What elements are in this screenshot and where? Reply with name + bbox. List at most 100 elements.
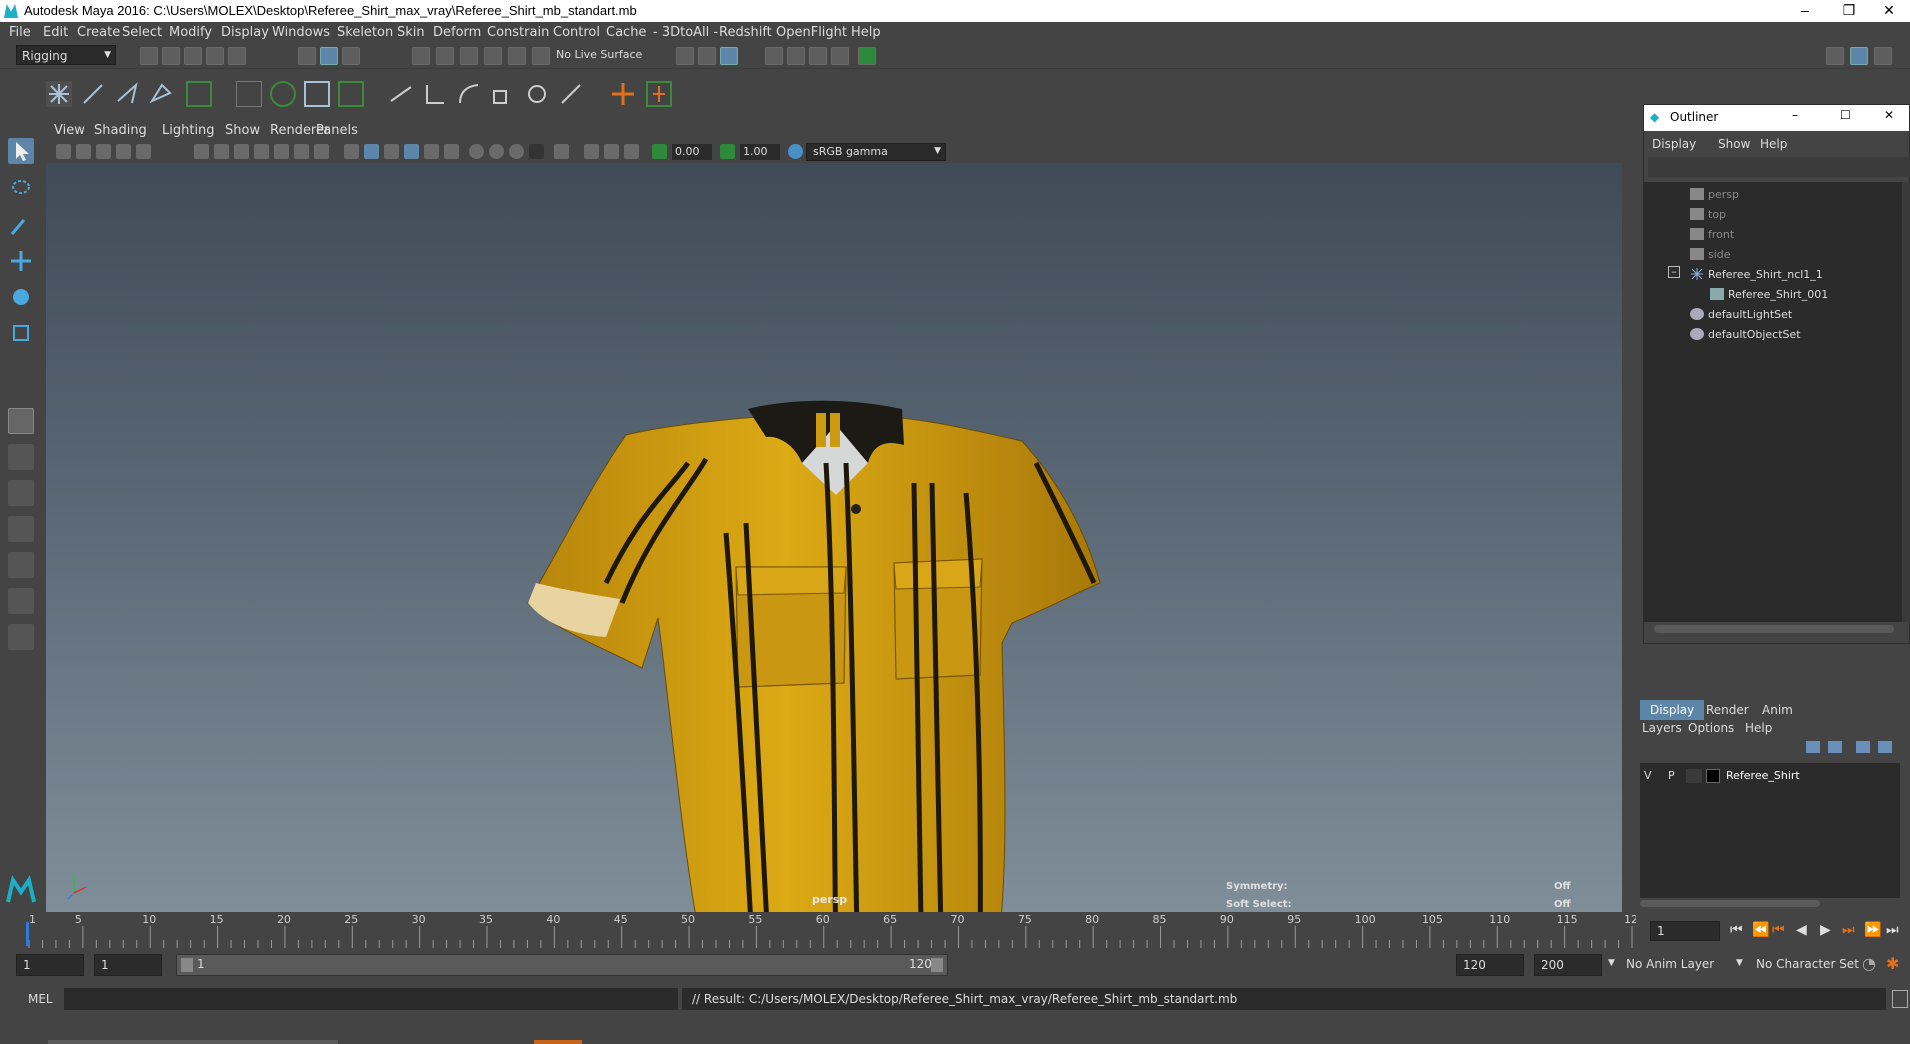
outliner-vertical-scrollbar[interactable] [1902, 182, 1910, 622]
xray-components-icon[interactable] [624, 144, 639, 159]
persp-graph-layout-icon[interactable] [8, 516, 34, 542]
snap-surface-icon[interactable] [508, 47, 526, 65]
film-gate-icon[interactable] [214, 144, 229, 159]
redo-icon[interactable] [228, 47, 246, 65]
color-management-icon[interactable] [788, 144, 803, 159]
xray-icon[interactable] [584, 144, 599, 159]
outliner-item-referee-shirt-001[interactable]: Referee_Shirt_001 [1728, 288, 1828, 301]
rivet-icon[interactable] [646, 81, 672, 107]
paint-select-icon[interactable] [8, 212, 34, 238]
menu-constrain[interactable]: Constrain [487, 25, 549, 40]
screen-space-ao-icon[interactable] [469, 144, 484, 159]
outliner-menu-show[interactable]: Show [1718, 137, 1750, 151]
scale-tool-icon[interactable] [8, 320, 34, 346]
outliner-horizontal-scrollbar[interactable] [1654, 625, 1894, 633]
panel-menu-view[interactable]: View [54, 123, 85, 138]
soft-mod-icon[interactable] [338, 81, 364, 107]
menu-skeleton[interactable]: Skeleton [337, 25, 393, 40]
joint-tool-icon[interactable] [46, 81, 72, 107]
current-time-marker[interactable] [26, 922, 29, 946]
layer-type-toggle[interactable] [1686, 769, 1702, 783]
outliner-item-referee-shirt-ncl[interactable]: Referee_Shirt_ncl1_1 [1708, 268, 1823, 281]
multisample-aa-icon[interactable] [509, 144, 524, 159]
layer-color-swatch[interactable] [1706, 769, 1720, 783]
script-language-label[interactable]: MEL [28, 992, 53, 1006]
create-empty-layer-icon[interactable] [1856, 741, 1870, 753]
menu-help[interactable]: Help [851, 25, 881, 40]
layer-horizontal-scrollbar[interactable] [1640, 900, 1820, 907]
wireframe-icon[interactable] [344, 144, 359, 159]
panel-menu-shading[interactable]: Shading [94, 123, 147, 138]
open-scene-icon[interactable] [162, 47, 180, 65]
outliner-menu-display[interactable]: Display [1652, 137, 1696, 151]
menu-deform[interactable]: Deform [433, 25, 481, 40]
safe-action-icon[interactable] [294, 144, 309, 159]
gate-mask-icon[interactable] [254, 144, 269, 159]
motion-blur-icon[interactable] [489, 144, 504, 159]
input-ops-icon[interactable] [676, 47, 694, 65]
wrap-deformer-icon[interactable] [270, 81, 296, 107]
persp-outliner-layout-icon[interactable] [8, 480, 34, 506]
play-forward-icon[interactable]: ▶ [1820, 922, 1831, 938]
panel-menu-lighting[interactable]: Lighting [162, 123, 215, 138]
depth-of-field-icon[interactable] [529, 144, 544, 159]
animation-end-field[interactable]: 200 [1534, 954, 1602, 976]
undo-icon[interactable] [206, 47, 224, 65]
blend-shape-icon[interactable] [304, 81, 330, 107]
step-forward-frame-icon[interactable]: ⏩ [1864, 922, 1881, 938]
hypershade-icon[interactable] [858, 47, 876, 65]
menu-redshift[interactable]: Redshift [719, 25, 772, 40]
outliner-item-front[interactable]: front [1708, 228, 1734, 241]
move-layer-down-icon[interactable] [1828, 741, 1842, 753]
lattice-icon[interactable] [236, 81, 262, 107]
layer-row[interactable]: V P Referee_Shirt [1640, 767, 1900, 785]
four-view-layout-icon[interactable] [8, 444, 34, 470]
aim-constraint-icon[interactable] [524, 81, 550, 107]
layer-visibility-toggle[interactable]: V [1644, 769, 1652, 782]
tab-display[interactable]: Display [1640, 700, 1705, 720]
menu-file[interactable]: File [9, 25, 31, 40]
menu-openflight[interactable]: OpenFlight [776, 25, 847, 40]
menu-skin[interactable]: Skin [397, 25, 425, 40]
select-object-icon[interactable] [320, 47, 338, 65]
select-component-icon[interactable] [342, 47, 360, 65]
resolution-gate-icon[interactable] [234, 144, 249, 159]
parent-constraint-icon[interactable] [388, 81, 414, 107]
xray-joints-icon[interactable] [604, 144, 619, 159]
range-slider[interactable]: 1 120 [176, 954, 948, 976]
outliner-item-top[interactable]: top [1708, 208, 1726, 221]
output-ops-icon[interactable] [698, 47, 716, 65]
menu-select[interactable]: Select [122, 25, 162, 40]
safe-title-icon[interactable] [314, 144, 329, 159]
use-all-lights-icon[interactable] [424, 144, 439, 159]
rotate-tool-icon[interactable] [8, 284, 34, 310]
ipr-render-icon[interactable] [809, 47, 827, 65]
perspective-viewport[interactable]: Symmetry: Off Soft Select: Off persp [46, 163, 1622, 912]
menu-display[interactable]: Display [221, 25, 269, 40]
toggle-attribute-editor-icon[interactable] [1850, 47, 1868, 65]
wireframe-on-shaded-icon[interactable] [384, 144, 399, 159]
toggle-tool-settings-icon[interactable] [1874, 47, 1892, 65]
camera-select-icon[interactable] [56, 144, 71, 159]
menu-create[interactable]: Create [77, 25, 120, 40]
outliner-filter-field[interactable] [1648, 157, 1910, 177]
outliner-item-side[interactable]: side [1708, 248, 1731, 261]
layer-menu-layers[interactable]: Layers [1642, 721, 1682, 735]
toggle-modeling-toolkit-icon[interactable] [1826, 47, 1844, 65]
create-layer-from-selection-icon[interactable] [1878, 741, 1892, 753]
make-live-icon[interactable] [532, 47, 550, 65]
range-end-handle[interactable] [931, 958, 943, 972]
go-to-start-icon[interactable]: ⏮ [1730, 922, 1743, 938]
anim-layer-dropdown[interactable]: No Anim Layer ▼ [1620, 954, 1750, 976]
animation-preferences-icon[interactable]: ✱ [1886, 954, 1899, 973]
tab-render[interactable]: Render [1696, 700, 1759, 720]
two-d-pan-zoom-icon[interactable] [136, 144, 151, 159]
ik-spline-icon[interactable] [114, 81, 140, 107]
menu-cache[interactable]: Cache [606, 25, 646, 40]
select-tool-icon[interactable] [8, 138, 34, 164]
new-scene-icon[interactable] [140, 47, 158, 65]
playback-end-field[interactable]: 120 [1456, 954, 1524, 976]
layer-menu-help[interactable]: Help [1745, 721, 1772, 735]
character-set-dropdown[interactable]: No Character Set [1750, 954, 1870, 976]
textured-icon[interactable] [404, 144, 419, 159]
